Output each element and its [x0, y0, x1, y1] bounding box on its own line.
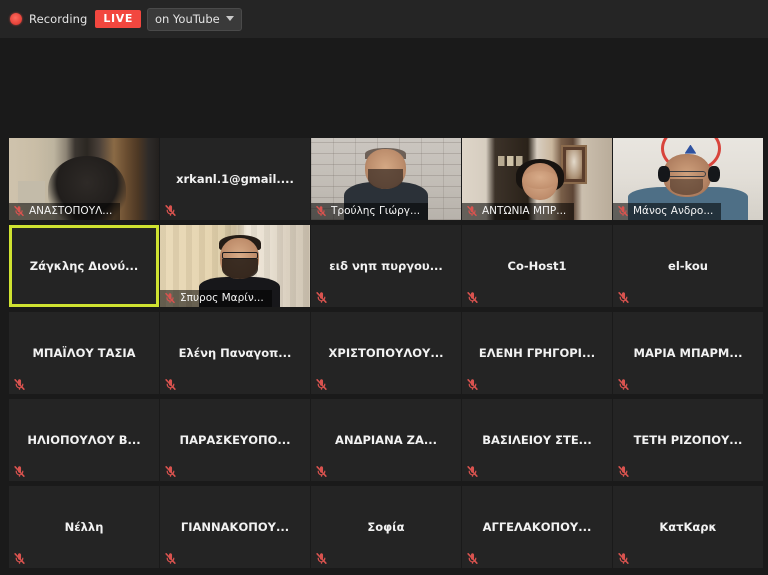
microphone-muted-icon: [315, 205, 327, 217]
participant-tile[interactable]: Σοφία: [311, 486, 461, 568]
participant-name-bar: ΑΝΤΩΝΙΑ ΜΠΡ...: [462, 203, 575, 220]
microphone-muted-icon: [164, 378, 177, 391]
participant-tile[interactable]: ΚατΚαρκ: [613, 486, 763, 568]
recording-indicator-group: Recording: [10, 12, 87, 26]
participant-name: ΤΕΤΗ ΡΙΖΟΠΟΥ...: [633, 433, 743, 447]
microphone-muted-icon: [466, 291, 479, 304]
participant-tile[interactable]: ΤΕΤΗ ΡΙΖΟΠΟΥ...: [613, 399, 763, 481]
participant-tile[interactable]: Ζάγκλης Διονύ...: [9, 225, 159, 307]
participant-tile[interactable]: Σπυρος Μαρίν...: [160, 225, 310, 307]
participant-tile[interactable]: el-kou: [613, 225, 763, 307]
participant-tile[interactable]: ΧΡΙΣΤΟΠΟΥΛΟΥ...: [311, 312, 461, 394]
participant-tile[interactable]: ΒΑΣΙΛΕΙΟΥ ΣΤΕ...: [462, 399, 612, 481]
participant-name: ΠΑΡΑΣΚΕΥΟΠΟ...: [179, 433, 291, 447]
participant-tile[interactable]: ΕΛΕΝΗ ΓΡΗΓΟΡΙ...: [462, 312, 612, 394]
microphone-muted-icon: [13, 465, 26, 478]
participant-name: ΒΑΣΙΛΕΙΟΥ ΣΤΕ...: [482, 433, 592, 447]
microphone-muted-icon: [617, 291, 630, 304]
participant-name: Ελένη Παναγοπ...: [178, 346, 292, 360]
participant-name: ΜΠΑΪΛΟΥ ΤΑΣΙΑ: [32, 346, 136, 360]
participant-name: Ζάγκλης Διονύ...: [29, 259, 139, 273]
participant-name: ΑΝΑΣΤΟΠΟΥΛ...: [29, 205, 113, 217]
participant-name: Σοφία: [367, 520, 405, 534]
participant-tile[interactable]: ΠΑΡΑΣΚΕΥΟΠΟ...: [160, 399, 310, 481]
participant-name: ΑΝΔΡΙΑΝΑ ΖΑ...: [335, 433, 437, 447]
participant-tile[interactable]: ΗΛΙΟΠΟΥΛΟΥ Β...: [9, 399, 159, 481]
microphone-muted-icon: [164, 465, 177, 478]
microphone-muted-icon: [466, 205, 478, 217]
record-dot-icon: [10, 13, 22, 25]
participant-tile[interactable]: Νέλλη: [9, 486, 159, 568]
participant-name: xrkanl.1@gmail....: [176, 172, 294, 186]
participant-name: el-kou: [668, 259, 708, 273]
participant-name: ειδ νηπ πυργου...: [329, 259, 443, 273]
participant-tile[interactable]: Co-Host1: [462, 225, 612, 307]
participant-name: ΜΑΡΙΑ ΜΠΑΡΜ...: [633, 346, 743, 360]
participant-tile[interactable]: ΜΠΑΪΛΟΥ ΤΑΣΙΑ: [9, 312, 159, 394]
participant-name: ΕΛΕΝΗ ΓΡΗΓΟΡΙ...: [478, 346, 596, 360]
participant-name: Τρούλης Γιώργ...: [331, 205, 421, 217]
participant-name-bar: Τρούλης Γιώργ...: [311, 203, 429, 220]
microphone-muted-icon: [13, 205, 25, 217]
participant-name: Νέλλη: [64, 520, 104, 534]
participant-tile[interactable]: ΑΝΤΩΝΙΑ ΜΠΡ...: [462, 138, 612, 220]
participant-tile[interactable]: ΑΝΔΡΙΑΝΑ ΖΑ...: [311, 399, 461, 481]
chevron-down-icon: [225, 16, 234, 21]
microphone-muted-icon: [315, 465, 328, 478]
participant-name: ΗΛΙΟΠΟΥΛΟΥ Β...: [27, 433, 141, 447]
microphone-muted-icon: [164, 204, 177, 217]
participant-tile[interactable]: ΜΑΡΙΑ ΜΠΑΡΜ...: [613, 312, 763, 394]
streaming-platform-dropdown[interactable]: on YouTube: [146, 7, 242, 31]
participant-tile[interactable]: Μάνος Ανδρο...: [613, 138, 763, 220]
microphone-muted-icon: [617, 205, 629, 217]
participant-name: ΚατΚαρκ: [659, 520, 717, 534]
participant-tile[interactable]: Τρούλης Γιώργ...: [311, 138, 461, 220]
participant-name: ΑΓΓΕΛΑΚΟΠΟΥ...: [482, 520, 592, 534]
participant-gallery-grid: ΑΝΑΣΤΟΠΟΥΛ... xrkanl.1@gmail.... Τρούλης Γ…: [9, 138, 763, 568]
microphone-muted-icon: [466, 378, 479, 391]
participant-tile[interactable]: ΑΓΓΕΛΑΚΟΠΟΥ...: [462, 486, 612, 568]
microphone-muted-icon: [617, 378, 630, 391]
participant-name-bar: Σπυρος Μαρίν...: [160, 290, 272, 307]
participant-tile[interactable]: ΑΝΑΣΤΟΠΟΥΛ...: [9, 138, 159, 220]
live-badge: LIVE: [95, 10, 141, 28]
microphone-muted-icon: [315, 552, 328, 565]
streaming-platform-label: on YouTube: [154, 11, 220, 26]
participant-name: ΑΝΤΩΝΙΑ ΜΠΡ...: [482, 205, 567, 217]
participant-name-bar: ΑΝΑΣΤΟΠΟΥΛ...: [9, 203, 121, 220]
microphone-muted-icon: [164, 552, 177, 565]
participant-tile[interactable]: ΓΙΑΝΝΑΚΟΠΟΥ...: [160, 486, 310, 568]
participant-tile[interactable]: Ελένη Παναγοπ...: [160, 312, 310, 394]
recording-status-bar: Recording LIVE on YouTube: [0, 0, 768, 38]
participant-name: ΧΡΙΣΤΟΠΟΥΛΟΥ...: [328, 346, 444, 360]
microphone-muted-icon: [466, 465, 479, 478]
participant-name: Co-Host1: [507, 259, 567, 273]
participant-tile[interactable]: ειδ νηπ πυργου...: [311, 225, 461, 307]
microphone-muted-icon: [13, 552, 26, 565]
participant-tile[interactable]: xrkanl.1@gmail....: [160, 138, 310, 220]
microphone-muted-icon: [466, 552, 479, 565]
recording-label: Recording: [29, 12, 88, 26]
participant-name: Μάνος Ανδρο...: [633, 205, 714, 217]
microphone-muted-icon: [164, 292, 176, 304]
microphone-muted-icon: [315, 378, 328, 391]
microphone-muted-icon: [315, 291, 328, 304]
participant-name: ΓΙΑΝΝΑΚΟΠΟΥ...: [180, 520, 290, 534]
participant-name-bar: Μάνος Ανδρο...: [613, 203, 722, 220]
microphone-muted-icon: [617, 465, 630, 478]
microphone-muted-icon: [13, 378, 26, 391]
participant-name: Σπυρος Μαρίν...: [180, 292, 264, 304]
microphone-muted-icon: [617, 552, 630, 565]
